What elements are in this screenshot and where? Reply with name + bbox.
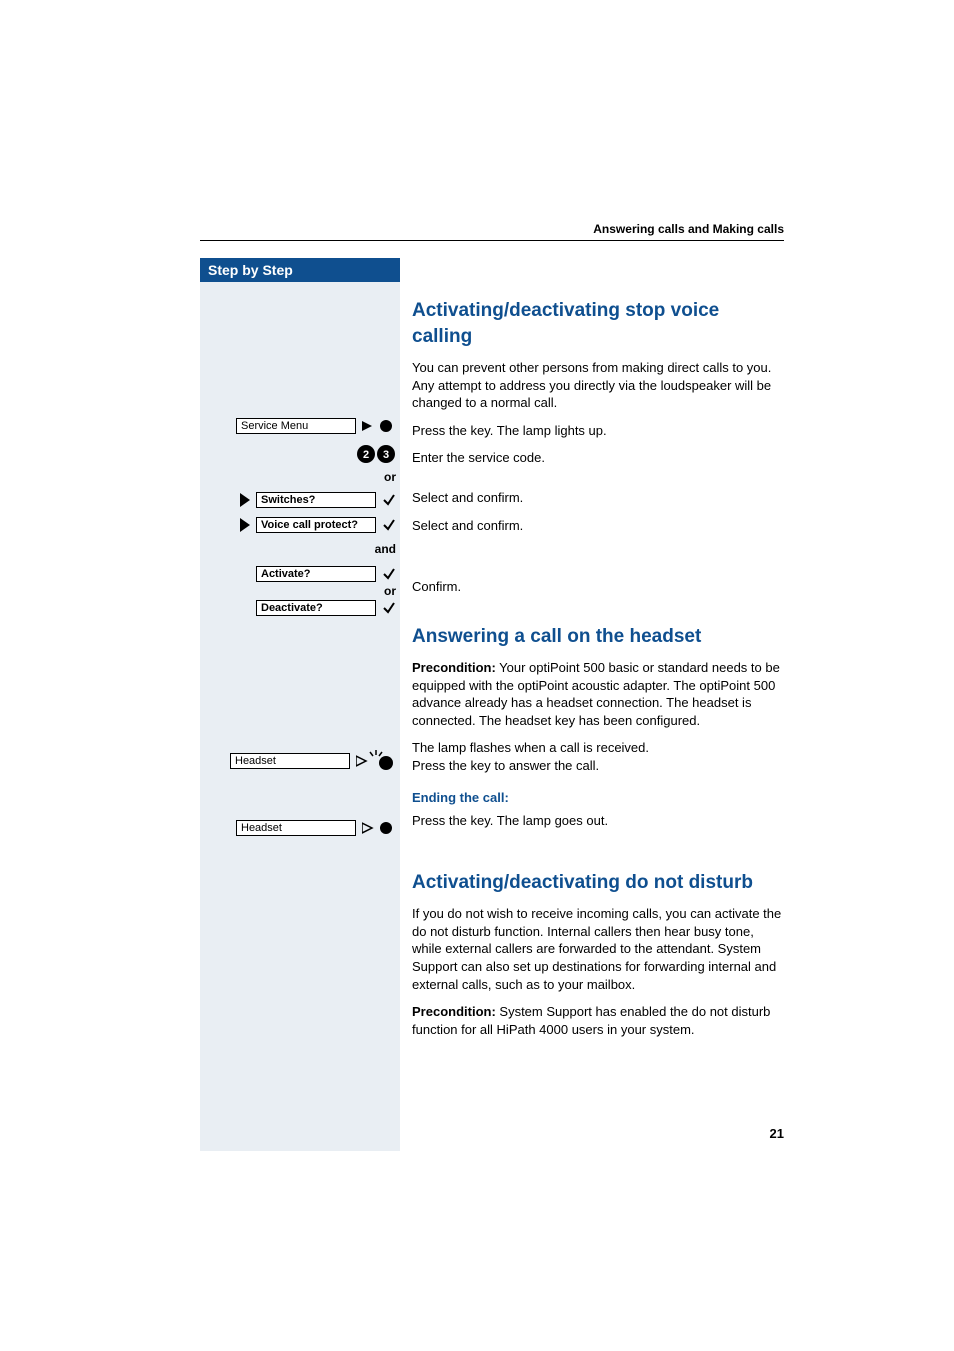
- step-service-code: 2 3: [208, 444, 396, 464]
- svg-text:2: 2: [363, 449, 369, 461]
- page: Answering calls and Making calls Step by…: [0, 0, 954, 1351]
- key-lamp-icon: [362, 419, 396, 433]
- precondition-label: Precondition:: [412, 1004, 496, 1019]
- content: Step by Step Service Menu 2 3 or: [200, 258, 784, 1151]
- step-and: and: [208, 542, 396, 556]
- deactivate-label: Deactivate?: [256, 600, 376, 616]
- body-text: Select and confirm.: [412, 517, 784, 535]
- sidebar: Step by Step Service Menu 2 3 or: [200, 258, 400, 1151]
- section-heading-dnd: Activating/deactivating do not disturb: [412, 870, 784, 896]
- step-deactivate: Deactivate?: [208, 600, 396, 616]
- check-icon: [382, 518, 396, 532]
- voice-protect-label: Voice call protect?: [256, 517, 376, 533]
- main-column: Activating/deactivating stop voice calli…: [400, 258, 784, 1151]
- body-text: Press the key. The lamp lights up.: [412, 422, 784, 440]
- step-service-menu: Service Menu: [208, 418, 396, 434]
- sidebar-header: Step by Step: [200, 258, 400, 282]
- header-rule: [200, 240, 784, 241]
- step-voice-protect: Voice call protect?: [208, 517, 396, 533]
- step-activate: Activate?: [208, 566, 396, 582]
- precondition-label: Precondition:: [412, 660, 496, 675]
- key-lamp-flashing-icon: [356, 750, 396, 772]
- menu-arrow-icon: [240, 493, 250, 507]
- step-switches: Switches?: [208, 492, 396, 508]
- running-header: Answering calls and Making calls: [593, 222, 784, 236]
- body-text: You can prevent other persons from makin…: [412, 359, 784, 412]
- step-headset-flash: Headset: [208, 750, 396, 772]
- subsection-ending-call: Ending the call:: [412, 789, 784, 807]
- body-text: The lamp flashes when a call is received…: [412, 739, 784, 757]
- body-text: Confirm.: [412, 578, 784, 596]
- section-heading-stop-voice: Activating/deactivating stop voice calli…: [412, 298, 784, 349]
- key-lamp-icon: [362, 821, 396, 835]
- headset-label: Headset: [230, 753, 350, 769]
- check-icon: [382, 493, 396, 507]
- or-label: or: [384, 470, 396, 484]
- or-label: or: [384, 584, 396, 598]
- step-or-1: or: [208, 470, 396, 484]
- step-or-2: or: [208, 584, 396, 598]
- section-heading-headset: Answering a call on the headset: [412, 624, 784, 650]
- body-text: Enter the service code.: [412, 449, 784, 467]
- switches-label: Switches?: [256, 492, 376, 508]
- body-text: Precondition: Your optiPoint 500 basic o…: [412, 659, 784, 729]
- page-number: 21: [770, 1126, 784, 1141]
- activate-label: Activate?: [256, 566, 376, 582]
- body-text: Press the key. The lamp goes out.: [412, 812, 784, 830]
- body-text: Select and confirm.: [412, 489, 784, 507]
- digit-keys-icon: 2 3: [356, 444, 396, 464]
- svg-text:3: 3: [383, 449, 389, 461]
- check-icon: [382, 601, 396, 615]
- body-text: If you do not wish to receive incoming c…: [412, 905, 784, 993]
- body-text: Press the key to answer the call.: [412, 757, 784, 775]
- service-menu-label: Service Menu: [236, 418, 356, 434]
- headset-label: Headset: [236, 820, 356, 836]
- step-headset-end: Headset: [208, 820, 396, 836]
- body-text: Precondition: System Support has enabled…: [412, 1003, 784, 1038]
- check-icon: [382, 567, 396, 581]
- and-label: and: [375, 542, 396, 556]
- menu-arrow-icon: [240, 518, 250, 532]
